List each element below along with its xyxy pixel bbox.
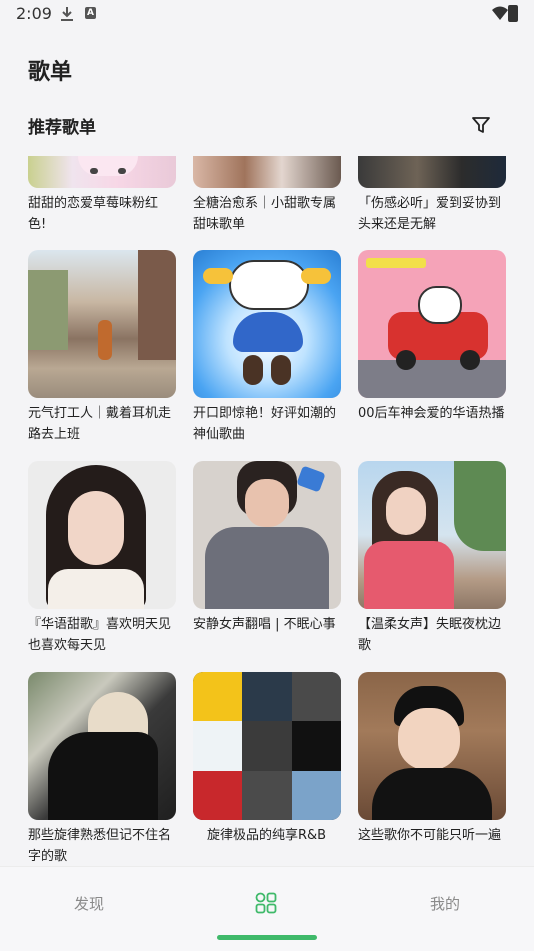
playlist-cover [193,461,341,609]
playlist-grid: 甜甜的恋爱草莓味粉红色! 全糖治愈系｜小甜歌专属甜味歌单 「伤感必听」爱到妥协到… [0,156,534,866]
playlist-title: 这些歌你不可能只听一遍 [358,828,502,843]
bottom-nav: 发现 我的 [0,866,534,951]
playlist-title: 元气打工人｜戴着耳机走路去上班 [28,406,172,442]
playlist-card[interactable]: 『华语甜歌』喜欢明天见也喜欢每天见 [28,461,176,656]
battery-icon [508,5,518,22]
playlist-title: 『华语甜歌』喜欢明天见也喜欢每天见 [28,617,172,653]
playlist-title: 全糖治愈系｜小甜歌专属甜味歌单 [193,196,337,232]
filter-icon[interactable] [470,114,492,136]
page-title: 歌单 [28,60,73,85]
playlist-title: 安静女声翻唱 | 不眠心事 [193,617,336,632]
nav-mine[interactable]: 我的 [430,893,460,914]
playlist-cover [28,461,176,609]
playlist-card[interactable]: 安静女声翻唱 | 不眠心事 [193,461,341,635]
playlist-cover [358,672,506,820]
playlist-title: 那些旋律熟悉但记不住名字的歌 [28,828,172,864]
section-title: 推荐歌单 [28,118,96,138]
playlist-cover [28,156,176,188]
playlist-title: 【温柔女声】失眠夜枕边歌 [358,617,502,653]
nav-indicator [217,935,317,940]
playlist-title: 开口即惊艳！好评如潮的神仙歌曲 [193,406,337,442]
playlist-card[interactable]: 元气打工人｜戴着耳机走路去上班 [28,250,176,445]
playlist-card[interactable]: 「伤感必听」爱到妥协到头来还是无解 [358,156,506,235]
playlist-card[interactable]: 开口即惊艳！好评如潮的神仙歌曲 [193,250,341,445]
status-bar: 2:09 A [0,0,534,30]
status-time: 2:09 [16,4,52,23]
playlist-card[interactable]: 00后车神会爱的华语热播 [358,250,506,424]
playlist-card[interactable]: 全糖治愈系｜小甜歌专属甜味歌单 [193,156,341,235]
playlist-cover [28,672,176,820]
playlist-card[interactable]: 旋律极品的纯享R&B [193,672,341,846]
playlist-title: 旋律极品的纯享R&B [207,828,327,843]
playlist-cover [193,156,341,188]
playlist-title: 「伤感必听」爱到妥协到头来还是无解 [358,196,502,232]
playlist-cover [28,250,176,398]
playlist-card[interactable]: 那些旋律熟悉但记不住名字的歌 [28,672,176,866]
playlist-title: 甜甜的恋爱草莓味粉红色! [28,196,159,232]
accessibility-icon: A [85,7,96,19]
download-icon [61,7,73,21]
grid-icon[interactable] [255,892,277,914]
playlist-card[interactable]: 甜甜的恋爱草莓味粉红色! [28,156,176,235]
nav-discover[interactable]: 发现 [74,893,104,914]
playlist-card[interactable]: 这些歌你不可能只听一遍 [358,672,506,846]
playlist-cover [358,156,506,188]
playlist-cover [358,250,506,398]
playlist-card[interactable]: 【温柔女声】失眠夜枕边歌 [358,461,506,656]
playlist-cover [193,672,341,820]
playlist-cover [193,250,341,398]
playlist-title: 00后车神会爱的华语热播 [358,406,505,421]
playlist-cover [358,461,506,609]
wifi-icon [492,6,508,20]
